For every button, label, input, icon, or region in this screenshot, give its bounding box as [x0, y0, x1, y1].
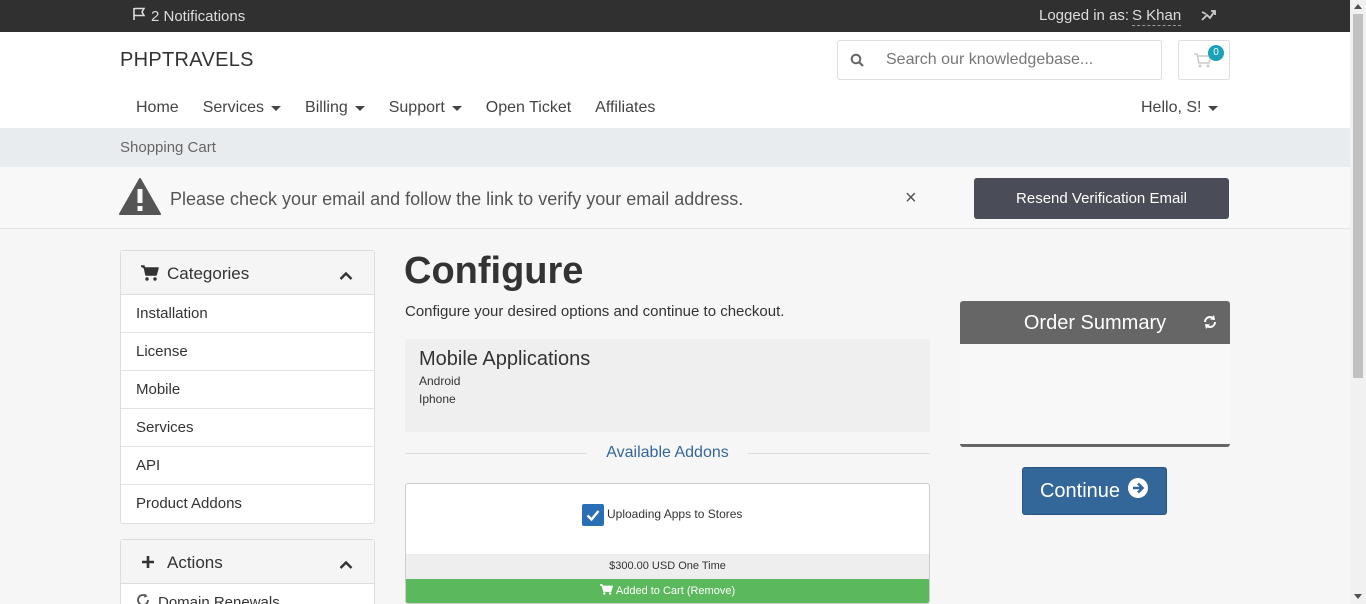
nav-label: Home — [136, 99, 179, 116]
continue-button[interactable]: Continue — [1022, 467, 1167, 515]
category-installation[interactable]: Installation — [121, 295, 374, 333]
logged-in-label: Logged in as: — [1039, 7, 1130, 24]
categories-panel: Categories Installation License Mobile S… — [120, 250, 375, 524]
categories-title: Categories — [167, 264, 250, 283]
brand-logo[interactable]: PHPTRAVELS — [120, 49, 254, 72]
page-subtitle: Configure your desired options and conti… — [405, 303, 785, 320]
addon-checkbox[interactable] — [582, 504, 604, 526]
cart-icon — [599, 584, 613, 595]
main-nav: Home Services Billing Support Open Ticke… — [136, 99, 679, 117]
shopping-cart-icon — [140, 265, 159, 286]
addon-status: Added to Cart (Remove) — [615, 585, 736, 597]
nav-billing[interactable]: Billing — [305, 99, 365, 117]
nav-label: Support — [388, 99, 445, 116]
actions-header[interactable]: Actions — [121, 540, 374, 584]
breadcrumb: Shopping Cart — [0, 128, 1350, 167]
actions-panel: Actions Domain Renewals — [120, 539, 375, 604]
caret-down-icon — [271, 105, 282, 111]
flag-icon — [132, 7, 146, 25]
addons-heading: Available Addons — [405, 444, 930, 464]
action-domain-renewals[interactable]: Domain Renewals — [121, 584, 374, 604]
resend-verification-button[interactable]: Resend Verification Email — [974, 178, 1229, 219]
product-name: Mobile Applications — [419, 348, 591, 370]
addon-card[interactable]: Uploading Apps to Stores $300.00 USD One… — [405, 483, 930, 604]
addon-remove-button[interactable]: Added to Cart (Remove) — [406, 579, 929, 603]
action-label: Domain Renewals — [158, 594, 280, 604]
continue-label: Continue — [1039, 479, 1121, 502]
warning-icon — [119, 178, 161, 220]
header: PHPTRAVELS 0 Home Services Billing Suppo… — [0, 32, 1350, 128]
nav-label: Open Ticket — [485, 99, 572, 116]
plus-icon — [141, 554, 155, 574]
nav-services[interactable]: Services — [202, 99, 282, 117]
refresh-icon[interactable] — [1202, 313, 1218, 336]
page-scrollbar[interactable] — [1350, 0, 1366, 604]
order-summary-header: Order Summary — [960, 301, 1230, 344]
share-icon[interactable] — [1201, 9, 1216, 26]
scroll-up-icon[interactable] — [1354, 4, 1362, 9]
knowledgebase-search — [837, 40, 1162, 80]
page-title: Configure — [404, 250, 584, 292]
addon-price: $300.00 USD One Time — [406, 554, 929, 579]
nav-home[interactable]: Home — [136, 99, 179, 117]
notifications-link[interactable]: 2 Notifications — [132, 7, 245, 25]
search-input[interactable] — [886, 49, 1151, 71]
alert-message: Please check your email and follow the l… — [170, 189, 744, 209]
category-services[interactable]: Services — [121, 409, 374, 447]
order-summary: Order Summary — [960, 301, 1230, 447]
check-icon — [586, 510, 600, 522]
nav-label: Billing — [305, 99, 348, 116]
category-product-addons[interactable]: Product Addons — [121, 485, 374, 523]
chevron-up-icon[interactable] — [339, 266, 353, 286]
addon-name[interactable]: Uploading Apps to Stores — [607, 507, 742, 521]
cart-count-badge: 0 — [1208, 45, 1224, 61]
notifications-label: 2 Notifications — [151, 7, 246, 25]
category-mobile[interactable]: Mobile — [121, 371, 374, 409]
product-info: Mobile Applications Android Iphone — [405, 339, 930, 432]
chevron-up-icon[interactable] — [339, 555, 353, 575]
nav-support[interactable]: Support — [389, 99, 462, 117]
account-menu-label: Hello, S! — [1141, 99, 1202, 116]
category-api[interactable]: API — [121, 447, 374, 485]
category-license[interactable]: License — [121, 333, 374, 371]
search-icon[interactable] — [850, 53, 864, 72]
scrollbar-thumb[interactable] — [1353, 14, 1363, 378]
caret-down-icon — [354, 105, 365, 111]
nav-affiliates[interactable]: Affiliates — [595, 99, 655, 117]
breadcrumb-current: Shopping Cart — [120, 139, 216, 156]
caret-down-icon — [1208, 105, 1219, 111]
actions-title: Actions — [167, 553, 223, 572]
scroll-down-icon[interactable] — [1354, 594, 1362, 599]
arrow-circle-right-icon — [1127, 477, 1149, 505]
nav-open-ticket[interactable]: Open Ticket — [486, 99, 571, 117]
categories-header[interactable]: Categories — [121, 251, 374, 295]
product-feature: Android — [419, 374, 461, 388]
product-feature: Iphone — [419, 392, 456, 406]
nav-label: Services — [202, 99, 265, 116]
account-menu[interactable]: Hello, S! — [1141, 99, 1219, 117]
nav-label: Affiliates — [595, 99, 656, 116]
caret-down-icon — [451, 105, 462, 111]
verify-email-alert: Please check your email and follow the l… — [0, 167, 1350, 229]
top-bar: 2 Notifications Logged in as: S Khan — [0, 0, 1350, 32]
order-summary-title: Order Summary — [1023, 312, 1167, 334]
refresh-icon — [136, 584, 150, 604]
user-name-link[interactable]: S Khan — [1132, 7, 1182, 26]
close-icon[interactable]: × — [905, 187, 917, 210]
cart-button[interactable]: 0 — [1178, 40, 1230, 80]
addons-heading-label: Available Addons — [606, 444, 729, 461]
